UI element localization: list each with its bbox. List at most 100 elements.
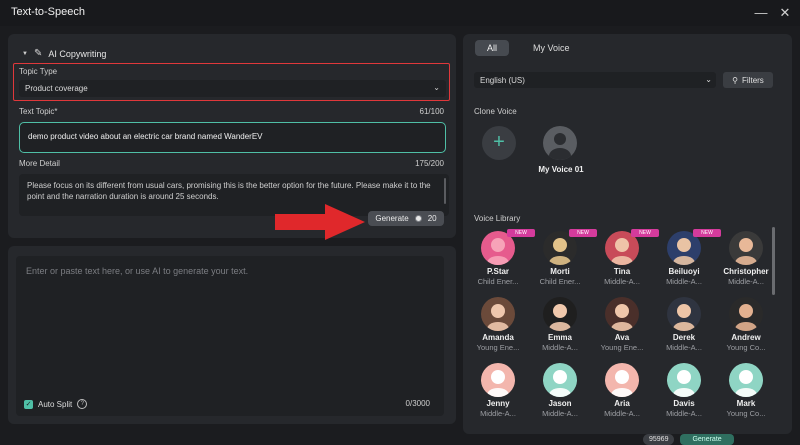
more-detail-label: More Detail	[19, 159, 60, 168]
voice-avatar	[543, 363, 577, 397]
topic-type-select[interactable]: Product coverage ⌄	[19, 80, 446, 97]
generate-audio-button[interactable]: Generate	[680, 434, 734, 445]
language-value: English (US)	[480, 76, 525, 85]
voice-panel: All My Voice English (US) ⌄ ⚲ Filters Cl…	[463, 34, 792, 434]
voice-description: Middle-A...	[728, 277, 764, 286]
auto-split-label: Auto Split	[38, 399, 73, 409]
voice-description: Young Co...	[726, 343, 766, 352]
voice-name: P.Star	[486, 267, 510, 276]
filters-button[interactable]: ⚲ Filters	[723, 72, 773, 88]
person-silhouette-icon	[549, 133, 571, 160]
my-voice-avatar[interactable]	[543, 126, 577, 160]
voice-name: Tina	[613, 267, 631, 276]
voice-library-scrollbar[interactable]	[772, 227, 775, 295]
window-title: Text-to-Speech	[11, 6, 85, 18]
generate-label: Generate	[375, 214, 409, 223]
voice-avatar	[729, 363, 763, 397]
voice-name: Ava	[614, 333, 630, 342]
voice-name: Jenny	[486, 399, 510, 408]
voice-description: Young Co...	[726, 409, 766, 418]
voice-item-jenny[interactable]: Jenny Middle-A...	[467, 363, 529, 418]
chevron-down-icon: ⌄	[433, 83, 440, 92]
voice-name: Mark	[736, 399, 756, 408]
text-topic-label: Text Topic*	[19, 107, 58, 116]
add-clone-voice-button[interactable]: +	[482, 126, 516, 160]
collapse-triangle-icon[interactable]: ▼	[22, 51, 28, 57]
my-voice-name: My Voice 01	[538, 165, 584, 174]
voice-name: Jason	[548, 399, 572, 408]
voice-description: Young Ene...	[476, 343, 520, 352]
voice-description: Middle-A...	[542, 343, 578, 352]
voice-name: Morti	[550, 267, 570, 276]
voice-description: Child Ener...	[477, 277, 519, 286]
voice-item-morti[interactable]: NEW Morti Child Ener...	[529, 229, 597, 286]
voice-tabs: All My Voice	[475, 40, 582, 56]
voice-avatar	[729, 297, 763, 331]
close-icon[interactable]: ✕	[776, 4, 794, 22]
more-detail-count: 175/200	[415, 159, 444, 168]
more-detail-value: Please focus on its different from usual…	[27, 181, 431, 201]
ai-copywriting-header[interactable]: ▼ ✎ AI Copywriting	[22, 48, 106, 59]
voice-item-emma[interactable]: Emma Middle-A...	[529, 297, 591, 352]
voice-item-amanda[interactable]: Amanda Young Ene...	[467, 297, 529, 352]
voice-description: Middle-A...	[666, 409, 702, 418]
red-arrow-annotation	[275, 204, 365, 240]
ai-copywriting-panel: ▼ ✎ AI Copywriting Topic Type Product co…	[8, 34, 456, 238]
voice-item-ava[interactable]: Ava Young Ene...	[591, 297, 653, 352]
voice-avatar	[481, 297, 515, 331]
voice-description: Middle-A...	[604, 277, 640, 286]
voice-description: Middle-A...	[480, 409, 516, 418]
voice-description: Middle-A...	[542, 409, 578, 418]
voice-item-mark[interactable]: Mark Young Co...	[715, 363, 777, 418]
voice-item-jason[interactable]: Jason Middle-A...	[529, 363, 591, 418]
more-detail-textarea[interactable]: Please focus on its different from usual…	[19, 174, 449, 216]
script-textarea[interactable]: Enter or paste text here, or use AI to g…	[16, 256, 444, 416]
voice-name: Christopher	[723, 267, 769, 276]
voice-avatar	[605, 363, 639, 397]
voice-item-p-star[interactable]: NEW P.Star Child Ener...	[467, 229, 535, 286]
voice-name: Beiluoyi	[668, 267, 700, 276]
voice-name: Amanda	[482, 333, 514, 342]
credits-badge[interactable]: 95969	[643, 434, 675, 445]
voice-description: Middle-A...	[666, 277, 702, 286]
detail-scrollbar[interactable]	[444, 178, 446, 204]
topic-type-value: Product coverage	[25, 84, 88, 93]
help-icon[interactable]: ?	[77, 399, 88, 409]
voice-library-label: Voice Library	[474, 214, 521, 223]
text-topic-count: 61/100	[419, 107, 444, 116]
checkbox-checked-icon[interactable]: ✓	[24, 399, 33, 409]
voice-item-derek[interactable]: Derek Middle-A...	[653, 297, 715, 352]
title-bar: Text-to-Speech — ✕	[0, 0, 800, 26]
text-topic-value: demo product video about an electric car…	[28, 132, 263, 141]
voice-description: Middle-A...	[604, 409, 640, 418]
minimize-icon[interactable]: —	[752, 4, 770, 22]
auto-split-control[interactable]: ✓ Auto Split ?	[24, 399, 88, 409]
char-count: 0/3000	[405, 399, 430, 408]
voice-item-aria[interactable]: Aria Middle-A...	[591, 363, 653, 418]
voice-name: Emma	[547, 333, 572, 342]
voice-item-tina[interactable]: NEW Tina Middle-A...	[591, 229, 659, 286]
filters-label: Filters	[742, 75, 764, 85]
filter-icon: ⚲	[732, 75, 739, 85]
section-title: AI Copywriting	[48, 48, 107, 59]
voice-avatar	[543, 297, 577, 331]
tab-all[interactable]: All	[475, 40, 510, 56]
voice-avatar	[605, 297, 639, 331]
voice-item-beiluoyi[interactable]: NEW Beiluoyi Middle-A...	[653, 229, 721, 286]
voice-name: Aria	[614, 399, 630, 408]
bottom-bar: 95969 Generate	[643, 434, 734, 445]
voice-description: Young Ene...	[600, 343, 644, 352]
language-select[interactable]: English (US) ⌄	[474, 72, 716, 88]
voice-item-christopher[interactable]: Christopher Middle-A...	[715, 231, 777, 286]
text-topic-input[interactable]: demo product video about an electric car…	[19, 122, 446, 153]
voice-item-davis[interactable]: Davis Middle-A...	[653, 363, 715, 418]
text-editor-panel: Enter or paste text here, or use AI to g…	[8, 246, 456, 424]
voice-item-andrew[interactable]: Andrew Young Co...	[715, 297, 777, 352]
voice-name: Derek	[672, 333, 696, 342]
tab-my-voice[interactable]: My Voice	[521, 40, 582, 56]
voice-avatar	[667, 363, 701, 397]
generate-button[interactable]: Generate 20	[368, 211, 444, 226]
voice-description: Child Ener...	[539, 277, 581, 286]
topic-type-label: Topic Type	[19, 67, 58, 76]
voice-avatar	[667, 297, 701, 331]
